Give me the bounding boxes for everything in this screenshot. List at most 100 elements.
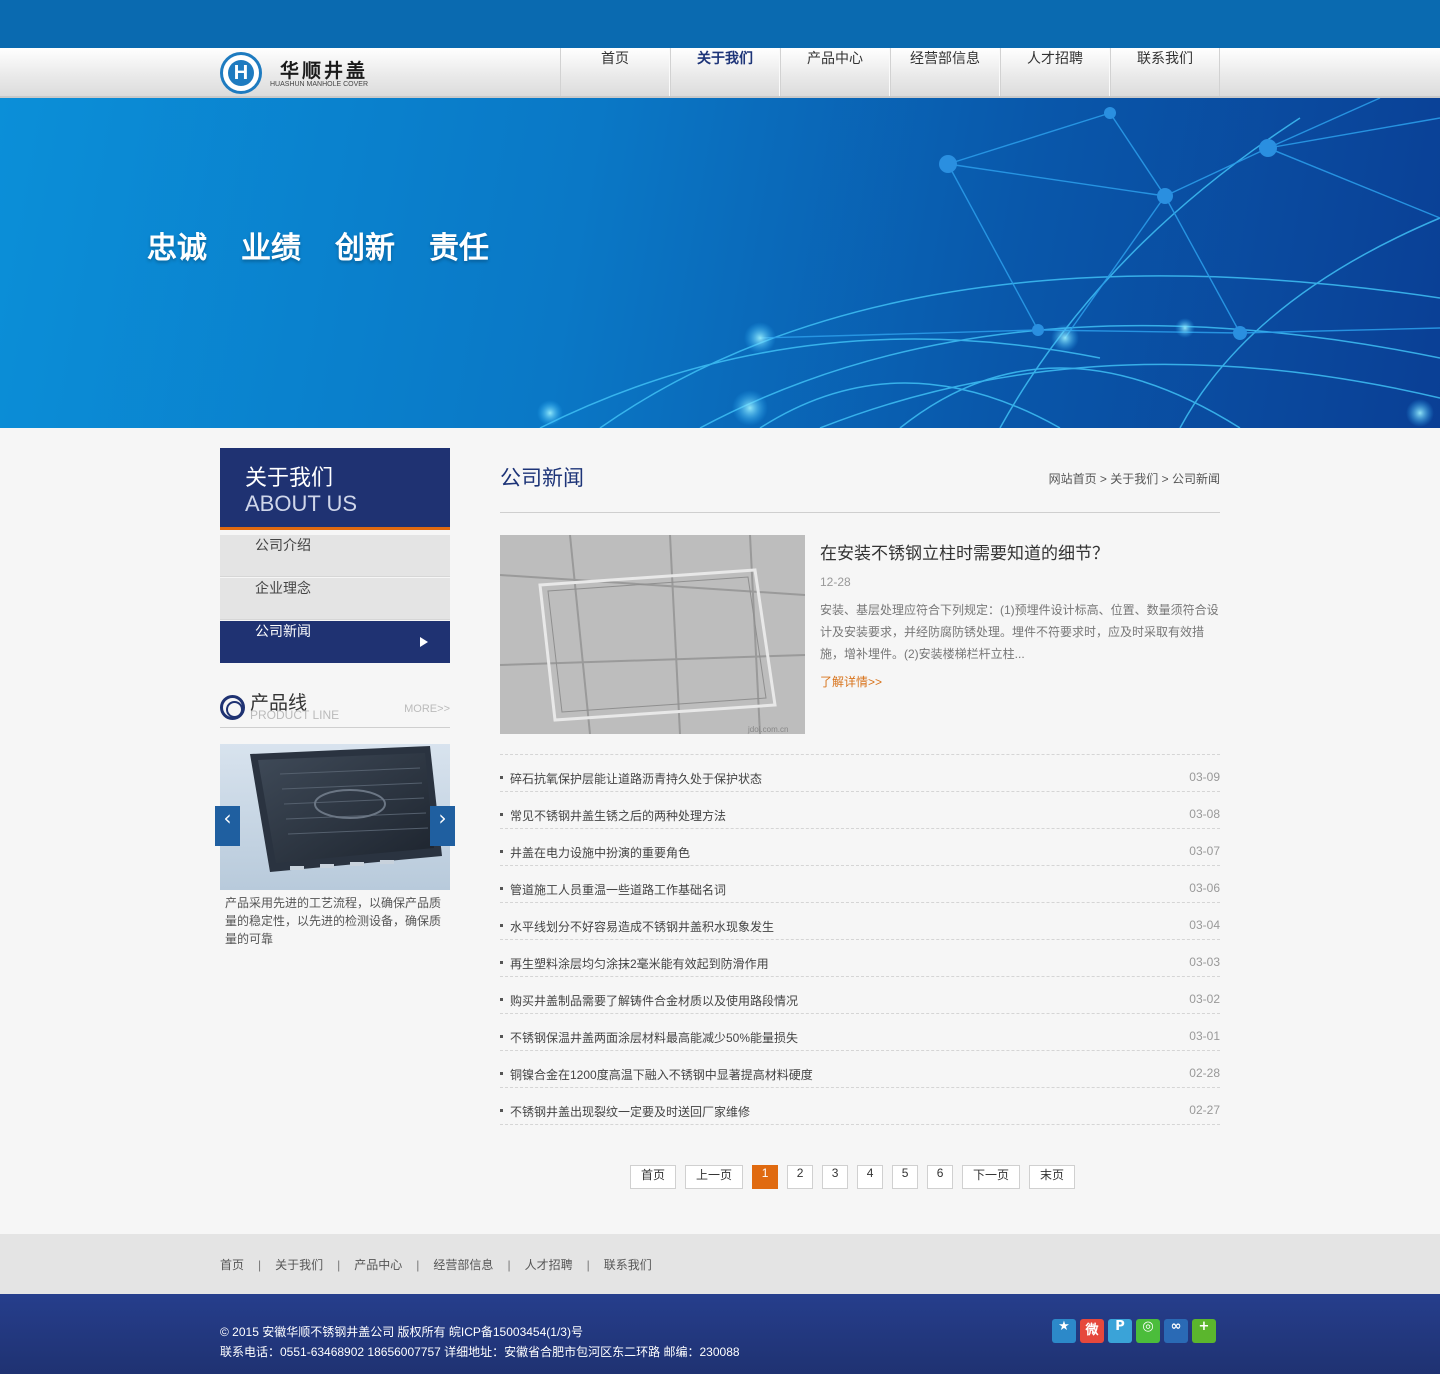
- bullet-icon: [500, 924, 503, 927]
- news-date: 03-02: [1189, 992, 1220, 1006]
- news-date: 03-09: [1189, 770, 1220, 784]
- sidebar-item-2[interactable]: 公司新闻: [220, 621, 450, 663]
- footer-nav-link-1[interactable]: 关于我们: [275, 1256, 323, 1273]
- slogan-word: 业绩: [241, 231, 301, 266]
- nav-item-5[interactable]: 联系我们: [1110, 48, 1220, 96]
- bullet-icon: [500, 1035, 503, 1038]
- news-title[interactable]: 不锈钢井盖出现裂纹一定要及时送回厂家维修: [510, 1103, 750, 1120]
- feature-image[interactable]: jdol.com.cn: [500, 535, 805, 734]
- product-line-more-link[interactable]: MORE>>: [404, 703, 450, 715]
- nav-item-3[interactable]: 经营部信息: [890, 48, 1000, 96]
- nav-item-2[interactable]: 产品中心: [780, 48, 890, 96]
- sidebar-item-0[interactable]: 公司介绍: [220, 535, 450, 577]
- tencent-weibo-icon[interactable]: P: [1108, 1319, 1132, 1343]
- weibo-icon[interactable]: 微: [1080, 1319, 1104, 1343]
- footer-nav-link-4[interactable]: 人才招聘: [525, 1256, 573, 1273]
- news-row[interactable]: 铜镍合金在1200度高温下融入不锈钢中显著提高材料硬度 02-28: [500, 1051, 1220, 1088]
- news-list: 碎石抗氧保护层能让道路沥青持久处于保护状态 03-09 常见不锈钢井盖生锈之后的两种…: [500, 754, 1220, 1125]
- sidebar-title: 关于我们 ABOUT US: [220, 448, 450, 530]
- news-row[interactable]: 不锈钢井盖出现裂纹一定要及时送回厂家维修 02-27: [500, 1088, 1220, 1125]
- sidebar-title-en: ABOUT US: [245, 491, 358, 516]
- nav-item-0[interactable]: 首页: [560, 48, 670, 96]
- pager-page-6[interactable]: 6: [927, 1165, 954, 1189]
- carousel-next-button[interactable]: ›: [430, 806, 455, 846]
- pager-page-3[interactable]: 3: [822, 1165, 849, 1189]
- bullet-icon: [500, 998, 503, 1001]
- slogan-word: 创新: [335, 231, 395, 266]
- wechat-icon[interactable]: ◎: [1136, 1319, 1160, 1343]
- news-title[interactable]: 常见不锈钢井盖生锈之后的两种处理方法: [510, 807, 726, 824]
- news-date: 03-04: [1189, 918, 1220, 932]
- contact-text: 联系电话：0551-63468902 18656007757 详细地址：安徽省合…: [220, 1345, 740, 1359]
- news-row[interactable]: 管道施工人员重温一些道路工作基础名词 03-06: [500, 866, 1220, 903]
- feature-read-more-link[interactable]: 了解详情>>: [820, 673, 882, 690]
- renren-icon[interactable]: ∞: [1164, 1319, 1188, 1343]
- pager-page-1[interactable]: 1: [752, 1165, 779, 1189]
- footer-nav-link-2[interactable]: 产品中心: [354, 1256, 402, 1273]
- footer-nav-link-5[interactable]: 联系我们: [604, 1256, 652, 1273]
- news-date: 03-01: [1189, 1029, 1220, 1043]
- pager-page-2[interactable]: 2: [787, 1165, 814, 1189]
- news-row[interactable]: 购买井盖制品需要了解铸件合金材质以及使用路段情况 03-02: [500, 977, 1220, 1014]
- bullet-icon: [500, 776, 503, 779]
- site-logo[interactable]: H 华顺井盖 HUASHUN MANHOLE COVER: [220, 52, 400, 94]
- news-title[interactable]: 碎石抗氧保护层能让道路沥青持久处于保护状态: [510, 770, 762, 787]
- breadcrumb-link[interactable]: 网站首页: [1049, 472, 1097, 486]
- news-title[interactable]: 铜镍合金在1200度高温下融入不锈钢中显著提高材料硬度: [510, 1066, 813, 1083]
- qzone-icon[interactable]: ★: [1052, 1319, 1076, 1343]
- footer-nav-separator: |: [507, 1257, 511, 1272]
- breadcrumb-separator: >: [1096, 472, 1111, 486]
- footer-nav-bar: 首页 | 关于我们 | 产品中心 | 经营部信息 | 人才招聘 | 联系我们: [0, 1234, 1440, 1294]
- slogan-word: 忠诚: [147, 231, 207, 266]
- pager-page-4[interactable]: 4: [857, 1165, 884, 1189]
- pager-page-5[interactable]: 5: [892, 1165, 919, 1189]
- slogan-word: 责任: [429, 231, 489, 266]
- sidebar-menu: 公司介绍 企业理念 公司新闻: [220, 535, 450, 664]
- news-title[interactable]: 购买井盖制品需要了解铸件合金材质以及使用路段情况: [510, 992, 798, 1009]
- news-title[interactable]: 井盖在电力设施中扮演的重要角色: [510, 844, 690, 861]
- breadcrumb-link[interactable]: 关于我们: [1110, 472, 1158, 486]
- news-title[interactable]: 水平线划分不好容易造成不锈钢井盖积水现象发生: [510, 918, 774, 935]
- more-share-icon[interactable]: +: [1192, 1319, 1216, 1343]
- title-divider: [500, 512, 1220, 513]
- sidebar-item-1[interactable]: 企业理念: [220, 578, 450, 620]
- footer-nav-separator: |: [258, 1257, 262, 1272]
- news-row[interactable]: 不锈钢保温井盖两面涂层材料最高能减少50%能量损失 03-01: [500, 1014, 1220, 1051]
- product-line-icon: [220, 695, 245, 720]
- manhole-cover-illustration: [250, 746, 442, 872]
- news-row[interactable]: 水平线划分不好容易造成不锈钢井盖积水现象发生 03-04: [500, 903, 1220, 940]
- news-date: 02-28: [1189, 1066, 1220, 1080]
- feature-article-title[interactable]: 在安装不锈钢立柱时需要知道的细节？: [820, 539, 1109, 564]
- bullet-icon: [500, 1109, 503, 1112]
- product-line-header: 产品线 PRODUCT LINE MORE>>: [220, 688, 450, 728]
- footer-nav-link-3[interactable]: 经营部信息: [433, 1256, 493, 1273]
- news-title[interactable]: 再生塑料涂层均匀涂抹2毫米能有效起到防滑作用: [510, 955, 769, 972]
- breadcrumb: 网站首页 > 关于我们 > 公司新闻: [1049, 470, 1220, 487]
- pager-first-button[interactable]: 首页: [630, 1165, 677, 1189]
- news-date: 03-06: [1189, 881, 1220, 895]
- nav-item-4[interactable]: 人才招聘: [1000, 48, 1110, 96]
- feature-article-date: 12-28: [820, 575, 851, 589]
- carousel-prev-button[interactable]: ‹: [215, 806, 240, 846]
- news-date: 03-08: [1189, 807, 1220, 821]
- main-nav: 首页 关于我们 产品中心 经营部信息 人才招聘 联系我们: [560, 48, 1220, 96]
- news-title[interactable]: 管道施工人员重温一些道路工作基础名词: [510, 881, 726, 898]
- breadcrumb-link[interactable]: 公司新闻: [1172, 472, 1220, 486]
- product-image[interactable]: [220, 744, 450, 890]
- pager-prev-button[interactable]: 上一页: [685, 1165, 744, 1189]
- pager-last-button[interactable]: 末页: [1029, 1165, 1076, 1189]
- pager-next-button[interactable]: 下一页: [962, 1165, 1021, 1189]
- nav-item-1[interactable]: 关于我们: [670, 48, 780, 96]
- copyright-text: © 2015 安徽华顺不锈钢井盖公司 版权所有 皖ICP备15003454(1/…: [220, 1325, 583, 1339]
- feature-article-summary: 安装、基层处理应符合下列规定：(1)预埋件设计标高、位置、数量须符合设计及安装要…: [820, 603, 1219, 661]
- news-row[interactable]: 井盖在电力设施中扮演的重要角色 03-07: [500, 829, 1220, 866]
- product-line-subtitle: PRODUCT LINE: [250, 708, 340, 722]
- steel-manhole-photo: jdol.com.cn: [500, 535, 805, 734]
- footer-nav-link-0[interactable]: 首页: [220, 1256, 244, 1273]
- news-date: 02-27: [1189, 1103, 1220, 1117]
- news-row[interactable]: 常见不锈钢井盖生锈之后的两种处理方法 03-08: [500, 792, 1220, 829]
- bullet-icon: [500, 813, 503, 816]
- news-row[interactable]: 碎石抗氧保护层能让道路沥青持久处于保护状态 03-09: [500, 755, 1220, 792]
- news-title[interactable]: 不锈钢保温井盖两面涂层材料最高能减少50%能量损失: [510, 1029, 798, 1046]
- news-row[interactable]: 再生塑料涂层均匀涂抹2毫米能有效起到防滑作用 03-03: [500, 940, 1220, 977]
